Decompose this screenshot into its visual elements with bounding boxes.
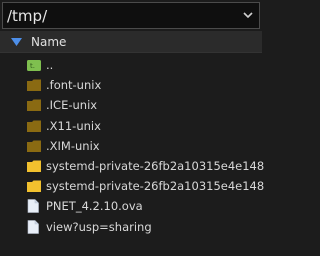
list-item-file[interactable]: PNET_4.2.10.ova bbox=[0, 196, 262, 216]
folder-icon bbox=[27, 179, 41, 193]
file-name: .. bbox=[46, 58, 54, 73]
parent-folder-icon: t. bbox=[27, 58, 41, 72]
list-item-folder[interactable]: .XIM-unix bbox=[0, 136, 262, 156]
name-column-label: Name bbox=[31, 34, 67, 49]
list-item-parent-folder[interactable]: t. .. bbox=[0, 55, 262, 75]
file-name: .XIM-unix bbox=[46, 138, 100, 153]
path-bar bbox=[2, 2, 260, 29]
svg-text:t.: t. bbox=[30, 62, 35, 70]
path-input[interactable] bbox=[3, 3, 237, 28]
file-name: .X11-unix bbox=[46, 118, 101, 133]
path-dropdown-button[interactable] bbox=[237, 3, 259, 28]
list-item-folder[interactable]: .font-unix bbox=[0, 75, 262, 95]
file-icon bbox=[27, 219, 41, 234]
file-icon bbox=[27, 199, 41, 214]
list-item-folder[interactable]: systemd-private-26fb2a10315e4e148 bbox=[0, 156, 265, 176]
file-name: .font-unix bbox=[46, 78, 102, 93]
folder-dark-icon bbox=[27, 98, 41, 112]
column-header-name[interactable]: Name bbox=[0, 31, 262, 53]
list-item-folder[interactable]: .X11-unix bbox=[0, 116, 262, 136]
chevron-down-icon bbox=[243, 12, 253, 19]
folder-dark-icon bbox=[27, 139, 41, 153]
file-name: PNET_4.2.10.ova bbox=[46, 199, 143, 214]
folder-dark-icon bbox=[27, 119, 41, 133]
list-item-folder[interactable]: .ICE-unix bbox=[0, 95, 262, 115]
file-list: t. .. .font-unix .ICE-unix .X11-unix .XI… bbox=[0, 55, 265, 237]
list-item-folder[interactable]: systemd-private-26fb2a10315e4e148 bbox=[0, 176, 265, 196]
file-name: .ICE-unix bbox=[46, 98, 98, 113]
folder-icon bbox=[27, 159, 41, 173]
file-name: systemd-private-26fb2a10315e4e148 bbox=[46, 159, 265, 174]
list-item-file[interactable]: view?usp=sharing bbox=[0, 217, 262, 237]
folder-dark-icon bbox=[27, 78, 41, 92]
file-name: view?usp=sharing bbox=[46, 219, 152, 234]
file-name: systemd-private-26fb2a10315e4e148 bbox=[46, 179, 265, 194]
file-browser-panel: Name t. .. .font-unix bbox=[0, 0, 265, 256]
sort-descending-triangle-icon bbox=[11, 37, 23, 47]
